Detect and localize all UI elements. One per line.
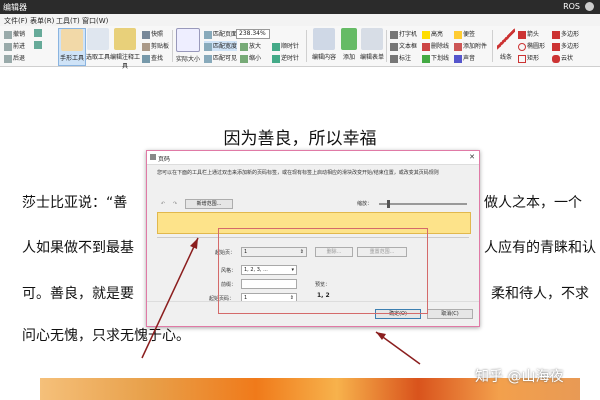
annotation-arrow-line [141, 237, 199, 359]
annotation-arrow-head [190, 238, 198, 249]
annotation-arrows [141, 237, 421, 365]
